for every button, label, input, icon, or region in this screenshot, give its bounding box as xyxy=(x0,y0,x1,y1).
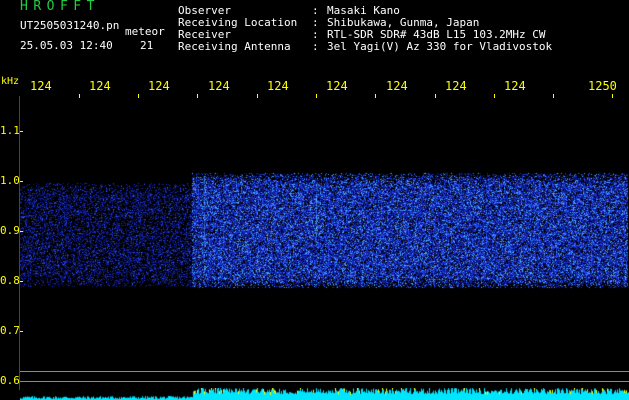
x-tick-mark xyxy=(197,94,198,98)
x-tick-label: 124 xyxy=(30,79,52,93)
reference-line xyxy=(20,371,629,372)
x-tick-label: 124 xyxy=(148,79,170,93)
x-tick-mark xyxy=(435,94,436,98)
y-tick-label: 0.6 xyxy=(0,374,20,387)
y-tick-label: 0.8 xyxy=(0,274,20,287)
spectrogram-waterfall xyxy=(0,0,629,400)
signal-level-trace xyxy=(20,388,629,400)
x-tick-mark xyxy=(494,94,495,98)
mode-label: meteor xyxy=(125,25,165,38)
x-tick-label: 124 xyxy=(504,79,526,93)
x-tick-label: 1250 xyxy=(588,79,617,93)
y-tick-label: 1.1 xyxy=(0,124,20,137)
date-time: 25.05.03 12:40 xyxy=(20,39,113,52)
x-tick-mark xyxy=(375,94,376,98)
x-tick-mark xyxy=(553,94,554,98)
x-tick-mark xyxy=(612,94,613,98)
detection-count: 21 xyxy=(140,39,154,52)
x-tick-label: 124 xyxy=(326,79,348,93)
hrofft-window: HROFFT UT2505031240.pn meteor 25.05.03 1… xyxy=(0,0,629,400)
app-title: HROFFT xyxy=(20,0,100,14)
x-tick-mark xyxy=(257,94,258,98)
y-tick-label: 0.9 xyxy=(0,224,20,237)
plot-left-edge xyxy=(19,96,20,390)
x-tick-mark xyxy=(138,94,139,98)
x-tick-label: 124 xyxy=(208,79,230,93)
colon: : xyxy=(312,40,319,53)
y-tick-label: 1.0 xyxy=(0,174,20,187)
x-tick-label: 124 xyxy=(267,79,289,93)
x-tick-label: 124 xyxy=(386,79,408,93)
x-tick-mark xyxy=(316,94,317,98)
x-tick-label: 124 xyxy=(89,79,111,93)
x-tick-mark xyxy=(79,94,80,98)
y-tick-label: 0.7 xyxy=(0,324,20,337)
y-axis-unit: kHz xyxy=(1,76,20,87)
reference-line xyxy=(20,381,629,382)
x-tick-label: 124 xyxy=(445,79,467,93)
file-name: UT2505031240.pn xyxy=(20,19,120,32)
antenna-label: Receiving Antenna xyxy=(178,40,291,53)
antenna-value: 3el Yagi(V) Az 330 for Vladivostok xyxy=(327,40,553,53)
